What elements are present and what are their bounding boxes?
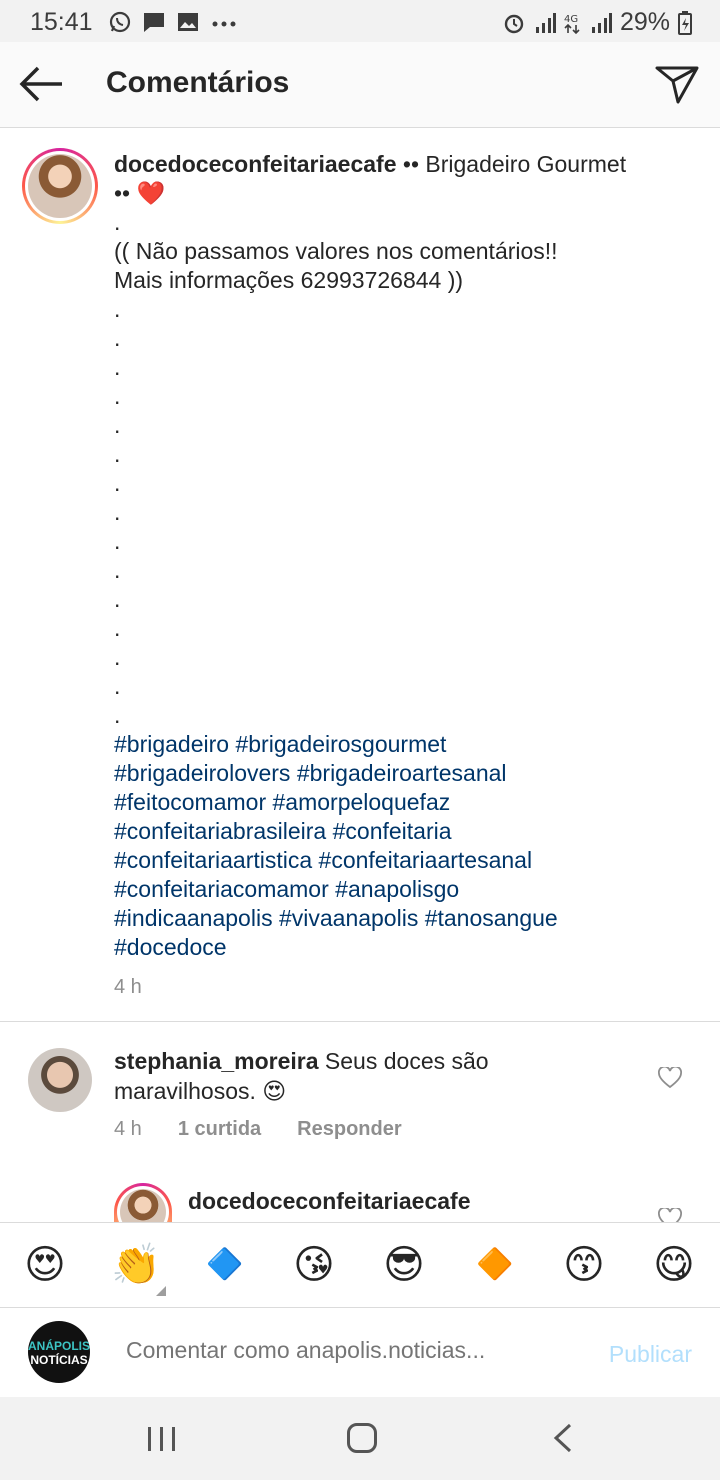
caption-line: . bbox=[114, 412, 121, 438]
caption-username[interactable]: docedoceconfeitariaecafe bbox=[114, 151, 397, 177]
alarm-icon bbox=[504, 14, 524, 33]
hashtag-line[interactable]: #feitocomamor #amorpeloquefaz bbox=[114, 788, 674, 817]
caption-line: . bbox=[114, 296, 121, 322]
comment-meta: 4 h 1 curtida Responder bbox=[114, 1118, 402, 1141]
skin-tone-indicator-icon bbox=[156, 1286, 166, 1296]
hashtag-line[interactable]: #docedoce bbox=[114, 933, 674, 962]
comment-text-line2: maravilhosos. bbox=[114, 1078, 263, 1104]
heart-emoji: ❤️ bbox=[136, 180, 166, 206]
paper-plane-icon[interactable] bbox=[654, 62, 700, 106]
comment-input[interactable] bbox=[126, 1337, 546, 1364]
hashtag-line[interactable]: #brigadeirolovers #brigadeiroartesanal bbox=[114, 759, 674, 788]
system-icons: 4G 29% bbox=[502, 8, 692, 37]
caption-line: . bbox=[114, 528, 121, 554]
quick-emoji-bar: 😍 👏 🔷 😘 😎 🔶 😙 😋 bbox=[0, 1222, 720, 1308]
caption-first-text: •• Brigadeiro Gourmet bbox=[396, 151, 627, 177]
caption-line: . bbox=[114, 441, 121, 467]
comment-timestamp: 4 h bbox=[114, 1118, 142, 1140]
reply-username[interactable]: docedoceconfeitariaecafe bbox=[188, 1188, 471, 1215]
caption-second-line: •• ❤️ bbox=[114, 180, 166, 206]
comment-composer: ANÁPOLIS NOTÍCIAS Publicar bbox=[0, 1309, 720, 1397]
status-bar: 15:41 4G 29% bbox=[0, 0, 720, 42]
hashtag-line[interactable]: #brigadeiro #brigadeirosgourmet bbox=[114, 730, 674, 759]
hashtag-line[interactable]: #confeitariaartistica #confeitariaartesa… bbox=[114, 846, 674, 875]
caption-line: . bbox=[114, 354, 121, 380]
publish-button[interactable]: Publicar bbox=[609, 1341, 692, 1368]
caption-timestamp: 4 h bbox=[114, 976, 142, 998]
caption-hashtags: #brigadeiro #brigadeirosgourmet #brigadei… bbox=[114, 730, 674, 962]
caption-line: . bbox=[114, 470, 121, 496]
emoji-clapping[interactable]: 👏 bbox=[111, 1241, 161, 1289]
more-dots-icon bbox=[212, 21, 236, 27]
hashtag-line[interactable]: #confeitariacomamor #anapolisgo bbox=[114, 875, 674, 904]
caption-line: (( Não passamos valores nos comentários!… bbox=[114, 238, 558, 264]
4g-icon: 4G bbox=[564, 14, 580, 34]
app-header: Comentários bbox=[0, 42, 720, 128]
comment-body: stephania_moreira Seus doces são maravil… bbox=[114, 1046, 634, 1106]
caption-author-avatar[interactable] bbox=[22, 148, 98, 224]
whatsapp-icon bbox=[109, 11, 131, 33]
caption-line: Mais informações 62993726844 )) bbox=[114, 267, 464, 293]
caption-line: . bbox=[114, 499, 121, 525]
caption-body: . (( Não passamos valores nos comentários… bbox=[114, 208, 674, 730]
system-nav-bar bbox=[0, 1397, 720, 1480]
nav-back-icon[interactable] bbox=[552, 1423, 574, 1453]
comment-username[interactable]: stephania_moreira bbox=[114, 1048, 319, 1074]
svg-text:4G: 4G bbox=[564, 14, 578, 25]
like-heart-icon[interactable] bbox=[658, 1208, 682, 1222]
battery-icon bbox=[678, 10, 692, 35]
hashtag-line[interactable]: #indicaanapolis #vivaanapolis #tanosangu… bbox=[114, 904, 674, 933]
notification-icons bbox=[108, 10, 238, 34]
reply-button[interactable]: Responder bbox=[297, 1118, 401, 1141]
battery-percent: 29% bbox=[619, 8, 670, 36]
caption-line: . bbox=[114, 383, 121, 409]
recent-apps-icon[interactable] bbox=[146, 1425, 178, 1453]
arrow-left-icon[interactable] bbox=[16, 62, 66, 106]
post-caption: docedoceconfeitariaecafe •• Brigadeiro G… bbox=[114, 150, 674, 962]
emoji-kissing-smile[interactable]: 😙 bbox=[560, 1241, 608, 1289]
comment-text: Seus doces são bbox=[318, 1048, 489, 1074]
caption-header: docedoceconfeitariaecafe •• Brigadeiro G… bbox=[114, 150, 674, 179]
caption-line: . bbox=[114, 557, 121, 583]
caption-line: . bbox=[114, 209, 121, 235]
commenter-avatar[interactable] bbox=[28, 1048, 92, 1112]
divider bbox=[0, 1021, 720, 1022]
caption-line: . bbox=[114, 702, 121, 728]
caption-line: . bbox=[114, 586, 121, 612]
signal-icon bbox=[535, 12, 556, 33]
caption-line: . bbox=[114, 325, 121, 351]
emoji-orange-diamond[interactable]: 🔶 bbox=[471, 1241, 519, 1289]
caption-line: . bbox=[114, 673, 121, 699]
signal-icon bbox=[591, 12, 612, 33]
like-heart-icon[interactable] bbox=[658, 1067, 682, 1089]
emoji-kiss[interactable]: 😘 bbox=[290, 1241, 338, 1289]
caption-line: . bbox=[114, 615, 121, 641]
message-icon bbox=[144, 13, 164, 32]
reply-author-avatar[interactable] bbox=[114, 1183, 172, 1223]
status-time: 15:41 bbox=[30, 8, 93, 36]
emoji-blue-diamond[interactable]: 🔷 bbox=[201, 1241, 249, 1289]
emoji-yum[interactable]: 😋 bbox=[650, 1241, 698, 1289]
heart-eyes-emoji: 😍 bbox=[262, 1078, 287, 1104]
home-icon[interactable] bbox=[347, 1423, 377, 1453]
emoji-heart-eyes[interactable]: 😍 bbox=[21, 1241, 69, 1289]
comment-likes-count[interactable]: 1 curtida bbox=[178, 1118, 261, 1141]
page-title: Comentários bbox=[106, 66, 290, 99]
hashtag-line[interactable]: #confeitariabrasileira #confeitaria bbox=[114, 817, 674, 846]
emoji-sunglasses[interactable]: 😎 bbox=[380, 1241, 428, 1289]
gallery-icon bbox=[178, 13, 198, 31]
current-user-avatar: ANÁPOLIS NOTÍCIAS bbox=[28, 1321, 90, 1383]
caption-line: . bbox=[114, 644, 121, 670]
